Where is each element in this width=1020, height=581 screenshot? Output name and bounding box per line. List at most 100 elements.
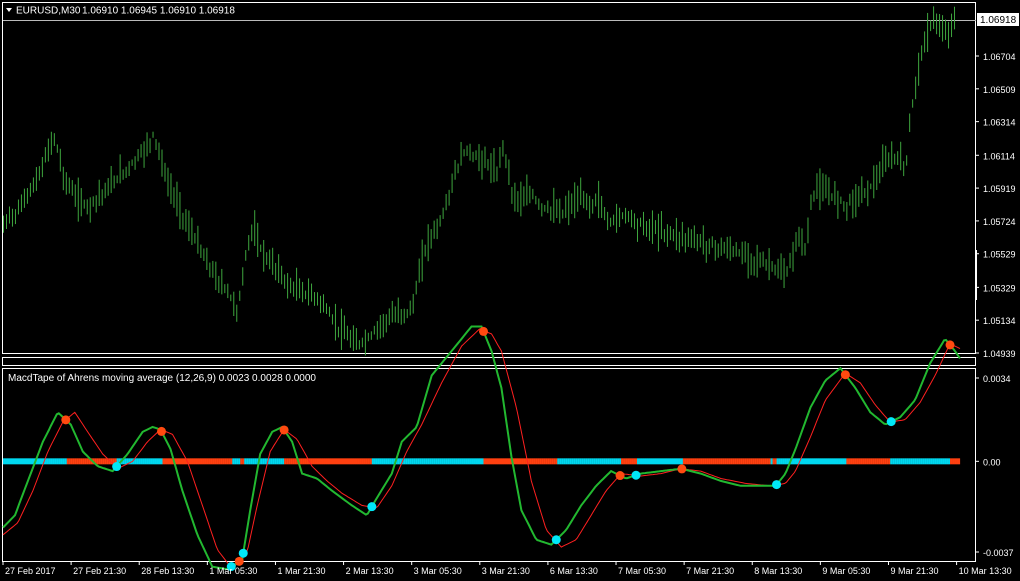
tape-segment: [272, 458, 275, 465]
tape-segment: [84, 458, 87, 465]
tape-segment: [792, 458, 795, 465]
tape-segment: [343, 458, 347, 465]
tape-segment: [531, 458, 534, 465]
tape-segment: [870, 458, 873, 465]
tape-segment: [676, 458, 679, 465]
tape-segment: [660, 458, 664, 465]
tape-segment: [772, 458, 775, 465]
tape-segment: [583, 458, 586, 465]
trading-chart[interactable]: 1.06704 1.06509 1.06314 1.06114 1.05919 1.057…: [0, 0, 1020, 581]
tape-segment: [409, 458, 412, 465]
tape-segment: [750, 458, 753, 465]
tape-segment: [670, 458, 674, 465]
time-tick-label: 6 Mar 13:30: [550, 566, 598, 576]
tape-segment: [72, 458, 75, 465]
tape-segment: [439, 458, 442, 465]
tape-segment: [704, 458, 707, 465]
tape-segment: [690, 458, 693, 465]
tape-segment: [377, 458, 380, 465]
time-tick-label: 9 Mar 05:30: [822, 566, 870, 576]
tape-segment: [264, 458, 267, 465]
tape-segment: [732, 458, 735, 465]
tape-segment: [569, 458, 572, 465]
panel-separator[interactable]: [2, 357, 976, 366]
tape-segment: [98, 458, 101, 465]
tape-segment: [477, 458, 480, 465]
tape-segment: [656, 458, 660, 465]
tape-segment: [26, 458, 30, 465]
tape-segment: [726, 458, 729, 465]
main-panel-frame: [2, 2, 976, 354]
tape-segment: [860, 458, 863, 465]
tape-segment: [485, 458, 488, 465]
tape-segment: [658, 458, 662, 465]
cross-dot: [238, 548, 248, 558]
tape-segment: [274, 458, 277, 465]
tape-segment: [391, 458, 394, 465]
tape-segment: [551, 458, 554, 465]
price-tick-label: 1.05134: [983, 316, 1016, 326]
tape-segment: [888, 458, 891, 465]
tape-segment: [475, 458, 478, 465]
tape-segment: [956, 458, 959, 465]
tape-segment: [587, 458, 590, 465]
tape-segment: [559, 458, 562, 465]
tape-segment: [918, 458, 921, 465]
tape-segment: [573, 458, 576, 465]
cross-dot: [367, 502, 377, 512]
tape-segment: [383, 458, 386, 465]
tape-segment: [62, 458, 65, 465]
time-tick-label: 3 Mar 05:30: [414, 566, 462, 576]
tape-segment: [840, 458, 843, 465]
tape-segment: [696, 458, 699, 465]
tape-segment: [465, 458, 468, 465]
tape-segment: [385, 458, 388, 465]
tape-segment: [437, 458, 440, 465]
tape-segment: [232, 458, 235, 465]
tape-segment: [345, 458, 349, 465]
tape-segment: [316, 458, 319, 465]
tape-segment: [240, 458, 243, 465]
tape-segment: [214, 458, 217, 465]
tape-segment: [595, 458, 598, 465]
tape-segment: [702, 458, 705, 465]
tape-segment: [934, 458, 937, 465]
tape-segment: [50, 458, 53, 465]
tape-segment: [714, 458, 717, 465]
tape-segment: [495, 458, 498, 465]
tape-segment: [459, 458, 462, 465]
tape-segment: [824, 458, 827, 465]
tape-segment: [617, 458, 620, 465]
tape-segment: [18, 458, 22, 465]
tape-segment: [708, 458, 711, 465]
tape-segment: [96, 458, 99, 465]
tape-segment: [591, 458, 594, 465]
tape-segment: [716, 458, 719, 465]
tape-segment: [379, 458, 382, 465]
chevron-down-icon[interactable]: [6, 8, 12, 12]
tape-segment: [210, 458, 213, 465]
tape-segment: [413, 458, 416, 465]
price-axis: 1.06704 1.06509 1.06314 1.06114 1.05919 1.057…: [975, 52, 1016, 359]
tape-segment: [684, 458, 687, 465]
tape-segment: [182, 458, 185, 465]
tape-segment: [8, 458, 12, 465]
tape-segment: [102, 458, 105, 465]
tape-segment: [365, 458, 368, 465]
indicator-tick-label: 0.00: [983, 457, 1001, 467]
tape-segment: [124, 458, 127, 465]
tape-segment: [744, 458, 747, 465]
tape-segment: [804, 458, 807, 465]
tape-segment: [858, 458, 861, 465]
tape-segment: [938, 458, 941, 465]
tape-segment: [846, 458, 849, 465]
tape-segment: [756, 458, 759, 465]
tape-segment: [758, 458, 761, 465]
tape-segment: [192, 458, 195, 465]
tape-segment: [642, 458, 646, 465]
tape-segment: [585, 458, 588, 465]
tape-segment: [367, 458, 370, 465]
tape-segment: [369, 458, 372, 465]
time-tick-label: 9 Mar 21:30: [890, 566, 938, 576]
tape-segment: [880, 458, 883, 465]
